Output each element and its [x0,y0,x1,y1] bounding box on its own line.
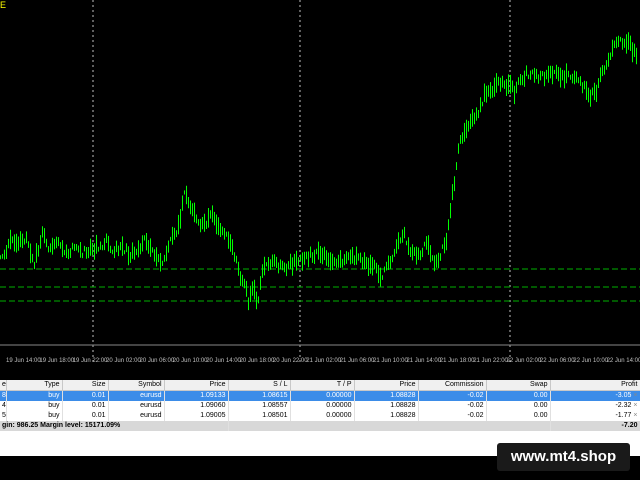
total-profit: -7.20 [550,421,640,431]
close-order-icon[interactable]: × [633,412,637,419]
close-order-icon[interactable]: × [633,402,637,409]
time-axis-label: 20 Jun 10:00 [173,358,208,364]
order-row[interactable]: 8 buy 0.01 eurusd 1.09133 1.08615 0.0000… [0,390,640,401]
order-type: buy [6,401,63,411]
time-axis-label: 21 Jun 10:00 [373,358,408,364]
time-axis-label: 22 Jun 02:00 [507,358,542,364]
order-id: 8 [0,390,7,401]
time-axis-label: 20 Jun 22:00 [273,358,308,364]
order-swap: 0.00 [486,390,551,401]
col-header-order[interactable]: e [0,380,7,391]
order-row[interactable]: 4 buy 0.01 eurusd 1.09060 1.08557 0.0000… [0,401,640,411]
order-current-price: 1.08828 [354,390,419,401]
order-sl: 1.08501 [228,411,291,421]
watermark: www.mt4.shop [497,443,630,471]
order-commission: -0.02 [418,390,487,401]
order-current-price: 1.08828 [354,411,419,421]
col-header-current-price[interactable]: Price [354,380,419,391]
order-profit-cell: -1.77 × [550,411,640,421]
account-summary-row: gin: 986.25 Margin level: 15171.09% -7.2… [0,421,640,431]
time-axis-label: 21 Jun 06:00 [340,358,375,364]
order-current-price: 1.08828 [354,401,419,411]
order-row[interactable]: 5 buy 0.01 eurusd 1.09005 1.08501 0.0000… [0,411,640,421]
order-profit: -1.77 [615,412,632,419]
col-header-price[interactable]: Price [164,380,229,391]
col-header-symbol[interactable]: Symbol [108,380,165,391]
order-symbol: eurusd [108,401,165,411]
col-header-profit[interactable]: Profit [550,380,640,391]
order-open-price: 1.09060 [164,401,229,411]
col-header-tp[interactable]: T / P [290,380,355,391]
time-axis-label: 20 Jun 14:00 [206,358,241,364]
order-symbol: eurusd [108,390,165,401]
time-axis-label: 20 Jun 18:00 [240,358,275,364]
time-axis-label: 19 Jun 22:00 [73,358,108,364]
col-header-type[interactable]: Type [6,380,63,391]
orders-table: e Type Size Symbol Price S / L T / P Pri… [0,380,640,431]
order-swap: 0.00 [486,401,551,411]
order-commission: -0.02 [418,401,487,411]
order-tp: 0.00000 [290,411,355,421]
time-axis-label: 21 Jun 18:00 [440,358,475,364]
order-type: buy [6,411,63,421]
order-profit-cell: -2.32 × [550,401,640,411]
order-open-price: 1.09005 [164,411,229,421]
col-header-commission[interactable]: Commission [418,380,487,391]
order-sl: 1.08615 [228,390,291,401]
time-axis-label: 22 Jun 14:00 [607,358,640,364]
time-axis-label: 19 Jun 14:00 [6,358,41,364]
time-axis-label: 22 Jun 10:00 [573,358,608,364]
time-axis-label: 20 Jun 02:00 [106,358,141,364]
order-profit-cell: -3.05 × [550,390,640,401]
col-header-sl[interactable]: S / L [228,380,291,391]
col-header-swap[interactable]: Swap [486,380,551,391]
close-order-icon[interactable]: × [633,392,637,399]
summary-spacer [228,421,551,431]
order-size: 0.01 [62,411,109,421]
order-tp: 0.00000 [290,390,355,401]
time-axis-label: 21 Jun 14:00 [406,358,441,364]
order-size: 0.01 [62,401,109,411]
col-header-size[interactable]: Size [62,380,109,391]
order-id: 4 [0,401,7,411]
order-profit: -3.05 [615,392,632,399]
account-summary-text: gin: 986.25 Margin level: 15171.09% [0,421,229,431]
order-symbol: eurusd [108,411,165,421]
order-commission: -0.02 [418,411,487,421]
time-axis-label: 22 Jun 06:00 [540,358,575,364]
order-swap: 0.00 [486,411,551,421]
time-axis-label: 21 Jun 22:00 [473,358,508,364]
chart-symbol-label: E [0,0,7,10]
time-axis-label: 19 Jun 18:00 [39,358,74,364]
order-size: 0.01 [62,390,109,401]
order-type: buy [6,390,63,401]
price-chart[interactable]: 19 Jun 14:00 19 Jun 18:00 19 Jun 22:00 20 J… [0,0,640,364]
time-axis-label: 21 Jun 02:00 [306,358,341,364]
order-tp: 0.00000 [290,401,355,411]
orders-header-row: e Type Size Symbol Price S / L T / P Pri… [0,380,640,391]
chart-canvas[interactable]: 19 Jun 14:0019 Jun 18:0019 Jun 22:0020 J… [0,0,640,364]
order-profit: -2.32 [615,402,632,409]
order-open-price: 1.09133 [164,390,229,401]
order-id: 5 [0,411,7,421]
time-axis-label: 20 Jun 06:00 [140,358,175,364]
order-sl: 1.08557 [228,401,291,411]
